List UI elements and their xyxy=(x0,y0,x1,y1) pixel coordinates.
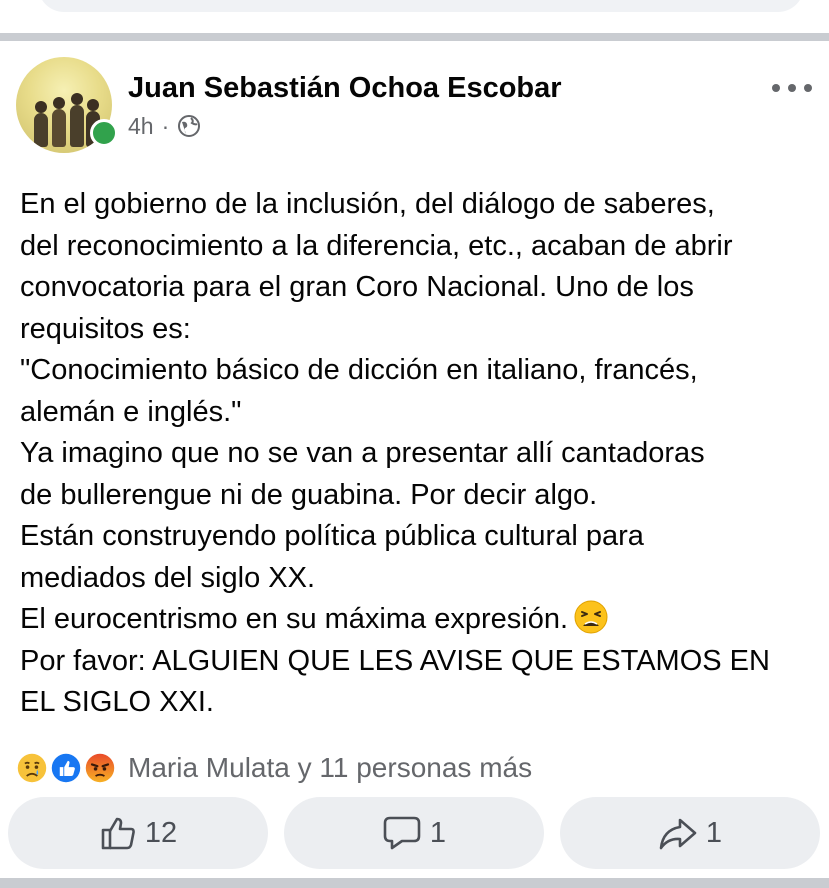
post-time[interactable]: 4h xyxy=(128,113,154,140)
post-line: "Conocimiento básico de dicción en itali… xyxy=(20,354,698,386)
share-icon xyxy=(659,818,697,850)
post-line: requisitos es: xyxy=(20,312,191,345)
comment-button[interactable]: 1 xyxy=(284,797,544,869)
like-reaction-icon xyxy=(48,750,84,786)
share-button[interactable]: 1 xyxy=(560,797,820,869)
meta-separator: · xyxy=(161,112,170,139)
post-separator xyxy=(0,33,829,41)
post-line: Ya imagino que no se van a presentar all… xyxy=(20,437,705,469)
thumbs-up-icon xyxy=(101,817,135,850)
post-line: EL SIGLO XXI. xyxy=(20,686,214,718)
post-line-with-emoji: El eurocentrismo en su máxima expresión. xyxy=(20,599,820,641)
post-meta: 4h · xyxy=(128,112,201,140)
share-count: 1 xyxy=(705,816,723,849)
more-dot-icon xyxy=(788,84,796,92)
reactions-text[interactable]: Maria Mulata y 11 personas más xyxy=(128,752,532,784)
post-line: del reconocimiento a la diferencia, etc.… xyxy=(20,229,733,262)
post-line: Por favor: ALGUIEN QUE LES AVISE QUE EST… xyxy=(20,644,770,677)
post-line: Están construyendo política pública cult… xyxy=(20,520,644,552)
post-line: mediados del siglo XX. xyxy=(20,561,315,594)
previous-post-button-strip xyxy=(38,0,804,12)
reaction-icons xyxy=(14,750,120,786)
post-line: convocatoria para el gran Coro Nacional.… xyxy=(20,271,694,303)
globe-icon xyxy=(178,115,201,137)
comment-count: 1 xyxy=(429,816,447,849)
like-count: 12 xyxy=(144,816,178,849)
comment-icon xyxy=(383,816,421,850)
weary-face-emoji xyxy=(574,600,608,634)
more-dot-icon xyxy=(772,84,780,92)
post-body: En el gobierno de la inclusión, del diál… xyxy=(20,184,820,724)
angry-reaction-icon xyxy=(82,750,118,786)
like-button[interactable]: 12 xyxy=(8,797,268,869)
sad-reaction-icon xyxy=(14,750,50,786)
post-line: En el gobierno de la inclusión, del diál… xyxy=(20,188,715,220)
more-options-button[interactable] xyxy=(772,76,812,100)
author-name[interactable]: Juan Sebastián Ochoa Escobar xyxy=(128,72,562,105)
post-line: El eurocentrismo en su máxima expresión. xyxy=(20,603,569,635)
online-status-indicator xyxy=(90,119,118,147)
post-separator xyxy=(0,878,829,888)
reactions-summary[interactable]: Maria Mulata y 11 personas más xyxy=(14,748,532,788)
post-line: de bullerengue ni de guabina. Por decir … xyxy=(20,478,598,511)
more-dot-icon xyxy=(804,84,812,92)
post-line: alemán e inglés." xyxy=(20,395,242,428)
